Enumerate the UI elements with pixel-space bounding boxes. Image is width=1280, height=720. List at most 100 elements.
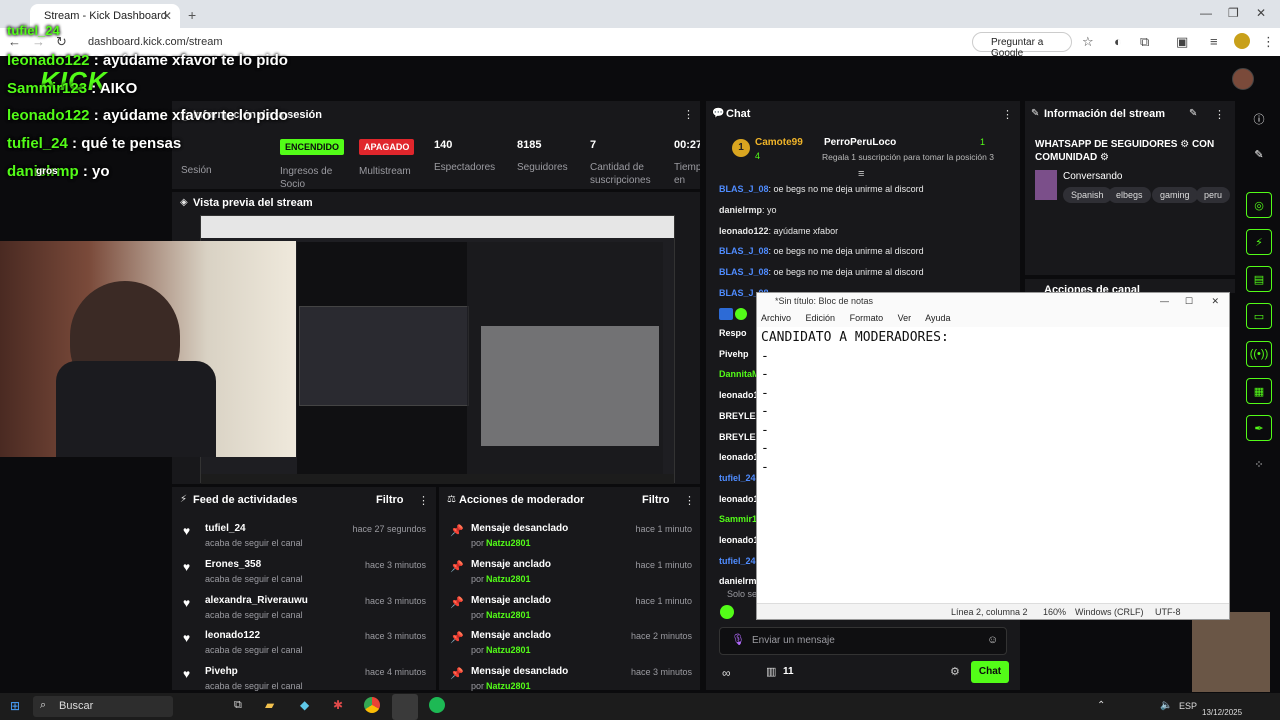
stream-info-menu-icon[interactable]: ⋮ xyxy=(1214,108,1225,121)
rail-chat-icon[interactable]: ▭ xyxy=(1246,303,1272,329)
menu-archivo[interactable]: Archivo xyxy=(761,313,791,323)
top-gifter-name[interactable]: Camote99 xyxy=(755,137,803,148)
mod-menu-icon[interactable]: ⋮ xyxy=(684,494,695,507)
mod-action-item[interactable]: 📌 Mensaje anclado por Natzu2801 hace 2 minut… xyxy=(447,627,696,657)
chat-message[interactable]: BLAS_J_08: oe begs no me deja unirme al … xyxy=(719,267,924,277)
mod-action-item[interactable]: 📌 Mensaje desanclado por Natzu2801 hace 3 mi… xyxy=(447,663,696,693)
chat-settings-icon[interactable]: ⚙ xyxy=(950,665,960,678)
chat-username[interactable]: danielrmp xyxy=(719,205,762,215)
volume-icon[interactable]: 🔈 xyxy=(1160,700,1172,711)
rail-broadcast-icon[interactable]: ((•)) xyxy=(1246,341,1272,367)
rail-list-icon[interactable]: ▤ xyxy=(1246,266,1272,292)
store-icon[interactable]: ▥ xyxy=(766,665,776,678)
rail-edit-icon[interactable]: ✎ xyxy=(1246,142,1272,168)
chat-username-partial[interactable]: leonado1 xyxy=(719,494,759,504)
browser-menu-icon[interactable]: ⋮ xyxy=(1262,34,1275,50)
taskbar-search[interactable]: Buscar xyxy=(33,696,173,717)
tray-chevron-icon[interactable]: ⌃ xyxy=(1097,700,1105,711)
spotify-icon[interactable] xyxy=(429,697,445,713)
stream-category[interactable]: Conversando xyxy=(1063,171,1122,182)
send-chat-button[interactable]: Chat xyxy=(971,661,1009,683)
profile-avatar[interactable] xyxy=(1234,33,1250,49)
chat-username-partial[interactable]: Respo xyxy=(719,328,747,338)
activity-user[interactable]: tufiel_24 xyxy=(205,523,246,534)
mod-action-moderator[interactable]: Natzu2801 xyxy=(486,645,531,655)
chat-message[interactable]: danielrmp: yo xyxy=(719,205,777,215)
activity-user[interactable]: alexandra_Riverauwu xyxy=(205,595,308,606)
chat-username[interactable]: BLAS_J_08 xyxy=(719,184,769,194)
microphone-icon[interactable]: 🎙 xyxy=(731,633,745,646)
activity-user[interactable]: Pivehp xyxy=(205,666,238,677)
taskbar-date[interactable]: 13/12/2025 xyxy=(1202,708,1242,717)
chat-menu-icon[interactable]: ⋮ xyxy=(1002,108,1013,121)
menu-ver[interactable]: Ver xyxy=(898,313,912,323)
mod-action-moderator[interactable]: Natzu2801 xyxy=(486,610,531,620)
chat-username-partial[interactable]: leonado1 xyxy=(719,535,759,545)
rail-camera-icon[interactable]: ◎ xyxy=(1246,192,1272,218)
rail-info-icon[interactable]: ⓘ xyxy=(1246,105,1272,131)
file-explorer-icon[interactable]: ▰ xyxy=(265,698,274,712)
menu-ayuda[interactable]: Ayuda xyxy=(925,313,950,323)
chat-username-partial[interactable]: danielrm xyxy=(719,576,757,586)
cast-icon[interactable]: ▣ xyxy=(1176,34,1188,50)
chat-username-partial[interactable]: tufiel_24 xyxy=(719,473,756,483)
chrome-icon[interactable] xyxy=(364,697,380,713)
activity-item[interactable]: ♥ Pivehp acaba de seguir el canal hace 4 mi… xyxy=(180,663,432,693)
activity-item[interactable]: ♥ alexandra_Riverauwu acaba de seguir el c… xyxy=(180,592,432,622)
obs-icon-active[interactable] xyxy=(392,694,418,720)
close-window-icon[interactable]: ✕ xyxy=(1256,6,1266,20)
activity-item[interactable]: ♥ tufiel_24 acaba de seguir el canal hace 2… xyxy=(180,520,432,550)
chat-username-partial[interactable]: Pivehp xyxy=(719,349,749,359)
chat-username[interactable]: BLAS_J_08 xyxy=(719,246,769,256)
notepad-titlebar[interactable]: *Sin título: Bloc de notas — ☐ ✕ xyxy=(757,293,1229,311)
activity-user[interactable]: Erones_358 xyxy=(205,559,261,570)
chat-username-partial[interactable]: DannitaM xyxy=(719,369,760,379)
chat-message[interactable]: leonado122: ayúdame xfabor xyxy=(719,226,838,236)
gift-target-name[interactable]: PerroPeruLoco xyxy=(824,137,896,148)
partner-income-badge[interactable]: ENCENDIDO xyxy=(280,139,345,155)
rail-more-icon[interactable]: ⁘ xyxy=(1246,452,1272,478)
chat-message[interactable]: BLAS_J_08: oe begs no me deja unirme al … xyxy=(719,184,924,194)
edit-pencil-icon[interactable]: ✎ xyxy=(1189,108,1197,119)
extension-icon[interactable]: ◐ xyxy=(1114,34,1122,49)
mod-action-item[interactable]: 📌 Mensaje anclado por Natzu2801 hace 1 minut… xyxy=(447,592,696,622)
puzzle-icon[interactable]: ⧉ xyxy=(1140,34,1149,50)
activity-user[interactable]: leonado122 xyxy=(205,630,260,641)
chat-message[interactable]: BLAS_J_08: oe begs no me deja unirme al … xyxy=(719,246,924,256)
task-view-icon[interactable]: ⧉ xyxy=(234,699,242,712)
activity-item[interactable]: ♥ Erones_358 acaba de seguir el canal hace … xyxy=(180,556,432,586)
reading-list-icon[interactable]: ≡ xyxy=(1210,34,1218,49)
mod-action-moderator[interactable]: Natzu2801 xyxy=(486,681,531,691)
notepad-maximize-icon[interactable]: ☐ xyxy=(1185,296,1193,307)
app-icon[interactable]: ◆ xyxy=(300,698,309,712)
rail-layout-icon[interactable]: ▦ xyxy=(1246,378,1272,404)
menu-formato[interactable]: Formato xyxy=(850,313,884,323)
chat-username-partial[interactable]: leonado1 xyxy=(719,390,759,400)
minimize-icon[interactable]: — xyxy=(1200,6,1212,20)
mod-action-moderator[interactable]: Natzu2801 xyxy=(486,538,531,548)
app2-icon[interactable]: ✱ xyxy=(333,698,343,712)
collapse-icon[interactable]: ≡ xyxy=(858,168,864,180)
windows-start-icon[interactable]: ⊞ xyxy=(10,699,20,713)
rail-bolt-icon[interactable]: ⚡ xyxy=(1246,229,1272,255)
session-menu-icon[interactable]: ⋮ xyxy=(683,108,694,121)
ask-google-button[interactable]: Preguntar a Google xyxy=(972,32,1072,59)
menu-edicion[interactable]: Edición xyxy=(806,313,836,323)
infinity-points-icon[interactable]: ∞ xyxy=(722,666,731,680)
chat-username[interactable]: leonado122 xyxy=(719,226,769,236)
language-indicator[interactable]: ESP xyxy=(1179,701,1197,711)
category-thumbnail[interactable] xyxy=(1035,170,1057,200)
rail-tool-icon[interactable]: ✒ xyxy=(1246,415,1272,441)
activity-filter-button[interactable]: Filtro xyxy=(376,494,404,506)
mod-action-item[interactable]: 📌 Mensaje desanclado por Natzu2801 hace 1 mi… xyxy=(447,520,696,550)
url-field[interactable]: dashboard.kick.com/stream xyxy=(88,33,968,51)
chat-username[interactable]: BLAS_J_08 xyxy=(719,267,769,277)
chat-username-partial[interactable]: tufiel_24 xyxy=(719,556,756,566)
emote-icon[interactable] xyxy=(720,605,734,619)
bookmark-star-icon[interactable]: ☆ xyxy=(1082,34,1094,50)
user-avatar[interactable] xyxy=(1232,68,1254,90)
mod-action-moderator[interactable]: Natzu2801 xyxy=(486,574,531,584)
mod-action-item[interactable]: 📌 Mensaje anclado por Natzu2801 hace 1 minut… xyxy=(447,556,696,586)
notepad-minimize-icon[interactable]: — xyxy=(1160,296,1169,306)
maximize-icon[interactable]: ❐ xyxy=(1228,6,1239,20)
